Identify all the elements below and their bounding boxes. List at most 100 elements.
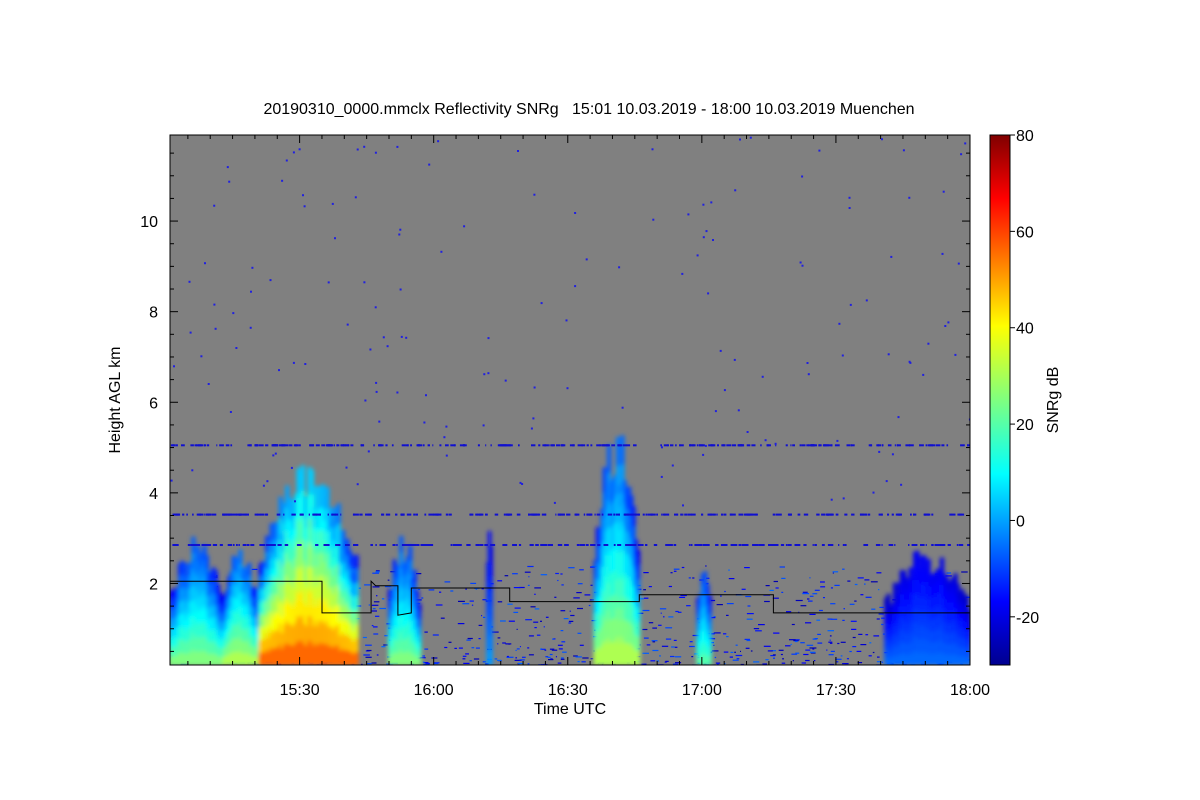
noise-band-pixel — [803, 544, 807, 546]
speckle-pixel — [173, 365, 175, 368]
noise-band-pixel — [651, 513, 656, 516]
clutter-pixel — [730, 651, 734, 653]
clutter-pixel — [805, 659, 810, 662]
colorbar-tick-label: 40 — [1016, 321, 1034, 338]
noise-band-pixel — [846, 444, 851, 447]
speckle-pixel — [334, 237, 336, 240]
noise-band-pixel — [211, 513, 217, 516]
echo-cell — [620, 435, 625, 465]
noise-band-pixel — [729, 513, 733, 516]
clutter-pixel — [665, 660, 669, 662]
noise-band-pixel — [502, 544, 506, 546]
noise-band-pixel — [246, 544, 250, 546]
clutter-pixel — [527, 565, 534, 568]
clutter-pixel — [497, 659, 502, 661]
clutter-pixel — [577, 632, 582, 634]
noise-band-pixel — [830, 513, 834, 516]
noise-band-pixel — [538, 444, 541, 447]
noise-band-pixel — [741, 513, 744, 516]
noise-band-pixel — [233, 544, 235, 546]
noise-band-pixel — [596, 513, 601, 516]
noise-band-pixel — [232, 513, 237, 516]
clutter-pixel — [876, 572, 882, 574]
clutter-pixel — [643, 637, 649, 639]
noise-band-pixel — [238, 544, 240, 546]
noise-band-pixel — [722, 544, 728, 546]
clutter-pixel — [842, 663, 849, 665]
clutter-pixel — [534, 608, 540, 610]
clutter-pixel — [371, 625, 374, 627]
clutter-pixel — [843, 608, 845, 610]
clutter-pixel — [813, 660, 816, 662]
clutter-pixel — [439, 591, 442, 593]
speckle-pixel — [363, 281, 366, 284]
clutter-pixel — [544, 649, 547, 651]
echo-cell — [926, 558, 931, 573]
noise-band-pixel — [298, 444, 301, 447]
noise-band-pixel — [715, 544, 719, 546]
noise-band-pixel — [637, 544, 642, 546]
speckle-pixel — [302, 194, 304, 197]
echo-cell — [412, 569, 417, 583]
noise-band-pixel — [308, 513, 310, 516]
noise-band-pixel — [260, 513, 265, 516]
noise-band-pixel — [230, 513, 232, 516]
clutter-pixel — [832, 571, 839, 573]
clutter-pixel — [873, 635, 880, 637]
echo-cell — [707, 647, 712, 657]
clutter-pixel — [790, 643, 792, 645]
noise-band-pixel — [289, 444, 293, 447]
echo-cell — [417, 618, 422, 628]
noise-band-pixel — [596, 444, 601, 447]
echo-cell — [354, 637, 359, 652]
clutter-pixel — [675, 662, 682, 664]
noise-band-pixel — [823, 444, 828, 447]
noise-band-pixel — [735, 544, 738, 546]
noise-band-pixel — [413, 513, 416, 516]
clutter-pixel — [758, 624, 765, 626]
clutter-pixel — [554, 596, 557, 598]
noise-band-pixel — [668, 544, 673, 546]
noise-band-pixel — [967, 444, 970, 447]
clutter-pixel — [555, 572, 559, 575]
noise-band-pixel — [284, 544, 289, 546]
noise-band-pixel — [491, 544, 496, 546]
clutter-pixel — [581, 661, 586, 663]
noise-band-pixel — [802, 444, 806, 447]
speckle-pixel — [848, 196, 851, 199]
clutter-pixel — [497, 580, 503, 582]
clutter-pixel — [681, 566, 685, 569]
y-axis-label: Height AGL km — [107, 346, 124, 453]
noise-band-pixel — [673, 544, 677, 546]
clutter-pixel — [251, 568, 258, 570]
x-axis-label: Time UTC — [534, 701, 606, 718]
echo-cell — [939, 557, 945, 572]
noise-band-pixel — [691, 513, 696, 516]
noise-band-pixel — [645, 513, 648, 516]
noise-band-pixel — [881, 544, 883, 546]
clutter-pixel — [961, 571, 968, 573]
noise-band-pixel — [299, 513, 304, 516]
speckle-pixel — [364, 399, 367, 402]
speckle-pixel — [354, 196, 357, 199]
clutter-pixel — [367, 663, 372, 665]
echo-cell — [408, 560, 413, 576]
noise-band-pixel — [432, 444, 434, 447]
noise-band-pixel — [667, 513, 670, 516]
echo-cell — [922, 555, 927, 570]
clutter-pixel — [726, 614, 729, 616]
clutter-pixel — [711, 617, 716, 619]
speckle-pixel — [761, 375, 764, 378]
clutter-pixel — [871, 608, 876, 610]
clutter-pixel — [549, 653, 553, 656]
noise-band-pixel — [501, 444, 507, 447]
clutter-pixel — [462, 603, 470, 605]
noise-band-pixel — [577, 444, 583, 447]
noise-band-pixel — [897, 444, 901, 447]
speckle-pixel — [702, 236, 705, 239]
speckle-pixel — [890, 255, 893, 258]
clutter-pixel — [830, 603, 836, 605]
speckle-pixel — [671, 464, 674, 467]
speckle-pixel — [565, 319, 568, 322]
clutter-pixel — [857, 577, 864, 579]
